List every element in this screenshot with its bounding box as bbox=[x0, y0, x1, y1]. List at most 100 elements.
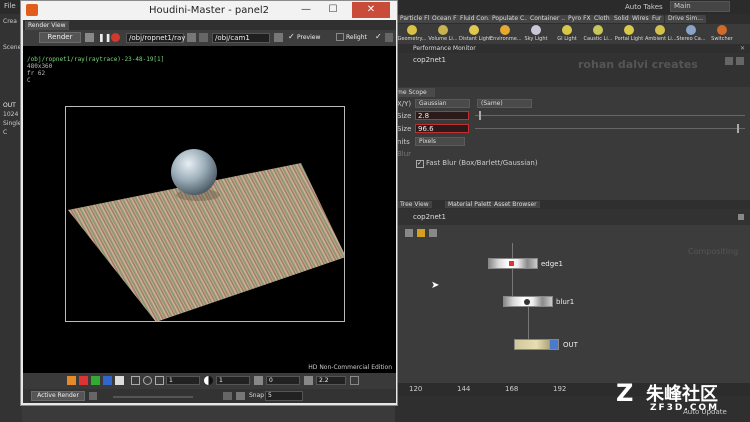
shelf-tool[interactable]: Volume Li... bbox=[428, 25, 458, 42]
gamma2-icon[interactable] bbox=[304, 376, 313, 385]
network-tool-icon[interactable] bbox=[429, 229, 437, 237]
size-slider-handle[interactable] bbox=[479, 111, 481, 120]
node-edge1[interactable] bbox=[488, 258, 538, 269]
fast-blur-checkbox[interactable]: ✓ bbox=[416, 160, 424, 168]
channel-rgb-icon[interactable] bbox=[67, 376, 76, 385]
toolbar-menu-icon[interactable] bbox=[385, 33, 393, 42]
size2-slider[interactable] bbox=[475, 128, 745, 129]
node-icon bbox=[524, 299, 530, 305]
lut-icon[interactable] bbox=[350, 376, 359, 385]
rop-path-field[interactable]: /obj/ropnet1/ray bbox=[126, 33, 185, 43]
relight-checkbox[interactable] bbox=[336, 33, 344, 41]
camera-path-field[interactable]: /obj/cam1 bbox=[212, 33, 270, 43]
shelf-tab[interactable]: Pyro FX bbox=[565, 15, 594, 23]
zoom-icon[interactable] bbox=[155, 376, 164, 385]
gamma-field[interactable]: 0 bbox=[266, 376, 300, 385]
node-label: OUT bbox=[563, 341, 578, 349]
target-icon[interactable] bbox=[143, 376, 152, 385]
size-slider[interactable] bbox=[475, 115, 745, 116]
shelf-tool[interactable]: Portal Light bbox=[614, 25, 644, 42]
pause-icon[interactable]: ❚❚ bbox=[98, 33, 111, 42]
shelf-tool[interactable]: Stereo Ca... bbox=[676, 25, 706, 42]
render-button[interactable]: Render bbox=[39, 32, 81, 43]
render-viewport[interactable]: /obj/ropnet1/ray(raytrace)-23-48-19[1] 4… bbox=[23, 46, 396, 373]
shelf-tool[interactable]: Geometry... bbox=[397, 25, 427, 42]
rop-menu-icon[interactable] bbox=[187, 33, 196, 42]
maximize-button[interactable]: ☐ bbox=[320, 2, 346, 18]
shelf-tab[interactable]: Drive Sim... bbox=[665, 15, 706, 23]
shelf-tool[interactable]: GI Light bbox=[552, 25, 582, 42]
shelf-tool[interactable]: Distant Light bbox=[459, 25, 491, 42]
node-label: edge1 bbox=[541, 260, 563, 268]
render-list-icon[interactable] bbox=[89, 392, 97, 400]
active-render-button[interactable]: Active Render bbox=[31, 391, 85, 401]
light-icon bbox=[624, 25, 634, 35]
network-tool-icon[interactable] bbox=[417, 229, 425, 237]
help-icon[interactable] bbox=[725, 57, 733, 65]
auto-takes-label[interactable]: Auto Takes bbox=[625, 3, 663, 11]
network-tab[interactable]: Tree View bbox=[397, 201, 432, 208]
shelf-tool[interactable]: Sky Light bbox=[521, 25, 551, 42]
node-out[interactable] bbox=[514, 339, 559, 350]
left-strip-text: C bbox=[3, 129, 8, 136]
snapshot-icon[interactable] bbox=[85, 33, 94, 42]
zoom-field[interactable]: 1 bbox=[166, 376, 200, 385]
gamma-icon[interactable] bbox=[254, 376, 263, 385]
stop-icon[interactable] bbox=[111, 33, 120, 42]
network-tabbar: Tree View Material Palette Asset Browser bbox=[395, 200, 750, 209]
filter-select[interactable]: Gaussian bbox=[415, 99, 470, 108]
network-tab[interactable]: Asset Browser bbox=[491, 201, 540, 208]
channel-blue-icon[interactable] bbox=[103, 376, 112, 385]
node-blur1[interactable] bbox=[503, 296, 553, 307]
network-editor[interactable]: Compositing edge1 blur1 OUT ➤ bbox=[395, 225, 750, 383]
gamma2-field[interactable]: 2.2 bbox=[316, 376, 346, 385]
shelf-tool-label: Sky Light bbox=[524, 36, 548, 42]
size-field[interactable]: 2.8 bbox=[415, 111, 469, 120]
tab-render-view[interactable]: Render View bbox=[25, 21, 69, 30]
desktop-select[interactable]: Main bbox=[670, 1, 730, 12]
close-button[interactable]: ✕ bbox=[352, 2, 390, 18]
filter-secondary-select[interactable]: (Same) bbox=[477, 99, 532, 108]
site-watermark: Z 朱峰社区 ZF3D.COM bbox=[616, 378, 746, 418]
gear-icon[interactable] bbox=[736, 57, 744, 65]
file-menu[interactable]: File bbox=[4, 2, 16, 10]
channel-red-icon[interactable] bbox=[79, 376, 88, 385]
tab-time-scope[interactable]: me Scope bbox=[395, 88, 435, 97]
render-view-tabbar: Render View bbox=[23, 20, 396, 30]
region-icon[interactable] bbox=[131, 376, 140, 385]
render-bottom-toolbar: 1 1 0 2.2 bbox=[23, 373, 396, 389]
shelf-tab[interactable]: Cloth bbox=[591, 15, 613, 23]
snap-field[interactable]: 5 bbox=[265, 391, 303, 401]
render-slider[interactable] bbox=[113, 396, 193, 398]
render-frame-number: fr 62 bbox=[27, 70, 46, 77]
shelf-tab[interactable]: Container ... bbox=[527, 15, 570, 23]
shelf-tool[interactable]: Caustic Li... bbox=[583, 25, 613, 42]
snap-icon[interactable] bbox=[223, 392, 232, 400]
units-select[interactable]: Pixels bbox=[415, 137, 465, 146]
preview-checkbox[interactable]: ✓ bbox=[288, 32, 295, 41]
exposure-field[interactable]: 1 bbox=[216, 376, 250, 385]
window-titlebar[interactable]: Houdini-Master - panel2 — ☐ ✕ bbox=[21, 1, 397, 20]
channel-alpha-icon[interactable] bbox=[115, 376, 124, 385]
rendered-image bbox=[65, 106, 345, 322]
camera-icon[interactable] bbox=[199, 33, 208, 42]
pane-close-icon[interactable]: ✕ bbox=[740, 45, 745, 52]
camera-menu-icon[interactable] bbox=[274, 33, 283, 42]
parameter-header: cop2net1 rohan dalvi creates bbox=[395, 53, 750, 87]
shelf-tab[interactable]: Fur bbox=[649, 15, 665, 23]
render-view-window: Houdini-Master - panel2 — ☐ ✕ Render Vie… bbox=[20, 0, 398, 406]
network-tool-icon[interactable] bbox=[405, 229, 413, 237]
size2-field[interactable]: 96.6 bbox=[415, 124, 469, 133]
shelf-tool[interactable]: Environme... bbox=[490, 25, 522, 42]
apply-check-icon[interactable]: ✓ bbox=[375, 32, 382, 41]
size2-slider-handle[interactable] bbox=[737, 124, 739, 133]
performance-monitor-tab[interactable]: Performance Monitor bbox=[413, 45, 476, 52]
shelf-tool[interactable]: Ambient Li... bbox=[645, 25, 677, 42]
minimize-button[interactable]: — bbox=[293, 2, 319, 18]
snap-toggle-icon[interactable] bbox=[236, 392, 245, 400]
channel-green-icon[interactable] bbox=[91, 376, 100, 385]
pane-menu-icon[interactable] bbox=[738, 214, 744, 220]
light-icon bbox=[407, 25, 417, 35]
shelf-tool[interactable]: Switcher bbox=[707, 25, 737, 42]
exposure-icon[interactable] bbox=[204, 376, 213, 385]
